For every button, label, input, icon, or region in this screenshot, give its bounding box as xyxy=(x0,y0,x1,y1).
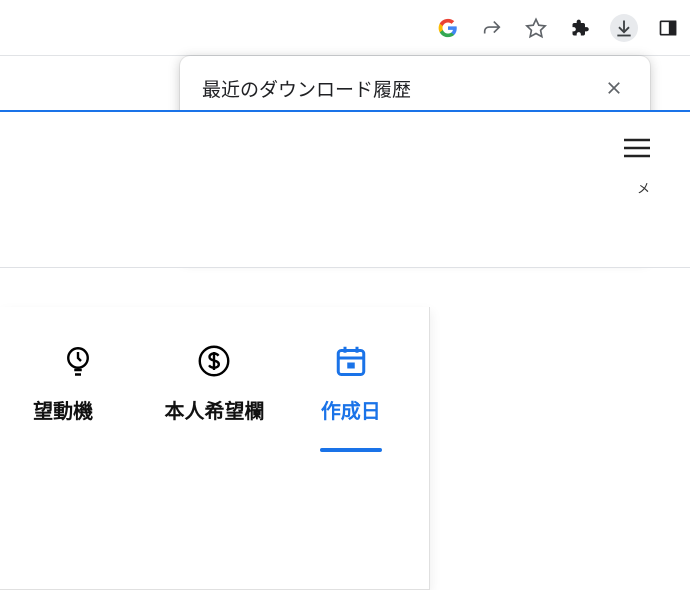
side-panel-icon[interactable] xyxy=(654,14,682,42)
tab-date[interactable]: 作成日 xyxy=(291,341,411,452)
tab-label: 望動機 xyxy=(33,395,93,424)
google-icon[interactable] xyxy=(434,14,462,42)
downloads-title: 最近のダウンロード履歴 xyxy=(202,75,411,102)
toolbar-actions xyxy=(434,10,682,46)
calendar-icon xyxy=(331,341,371,381)
downloads-icon[interactable] xyxy=(610,14,638,42)
tab-wish[interactable]: 本人希望欄 xyxy=(154,341,274,452)
form-tabs: 望動機 本人希望欄 作成日 xyxy=(0,341,429,452)
bulb-icon xyxy=(58,341,98,381)
form-card: 望動機 本人希望欄 作成日 xyxy=(0,307,430,590)
share-icon[interactable] xyxy=(478,14,506,42)
star-icon[interactable] xyxy=(522,14,550,42)
hamburger-partial-label: メ xyxy=(637,178,650,197)
tab-motive[interactable]: 望動機 xyxy=(18,341,138,452)
page-header-strip xyxy=(0,110,690,268)
extensions-icon[interactable] xyxy=(566,14,594,42)
hamburger-icon[interactable] xyxy=(622,136,652,164)
tab-label: 作成日 xyxy=(321,395,381,424)
browser-toolbar xyxy=(0,0,690,56)
close-icon[interactable] xyxy=(600,74,628,102)
dollar-icon xyxy=(194,341,234,381)
tab-label: 本人希望欄 xyxy=(164,395,264,424)
